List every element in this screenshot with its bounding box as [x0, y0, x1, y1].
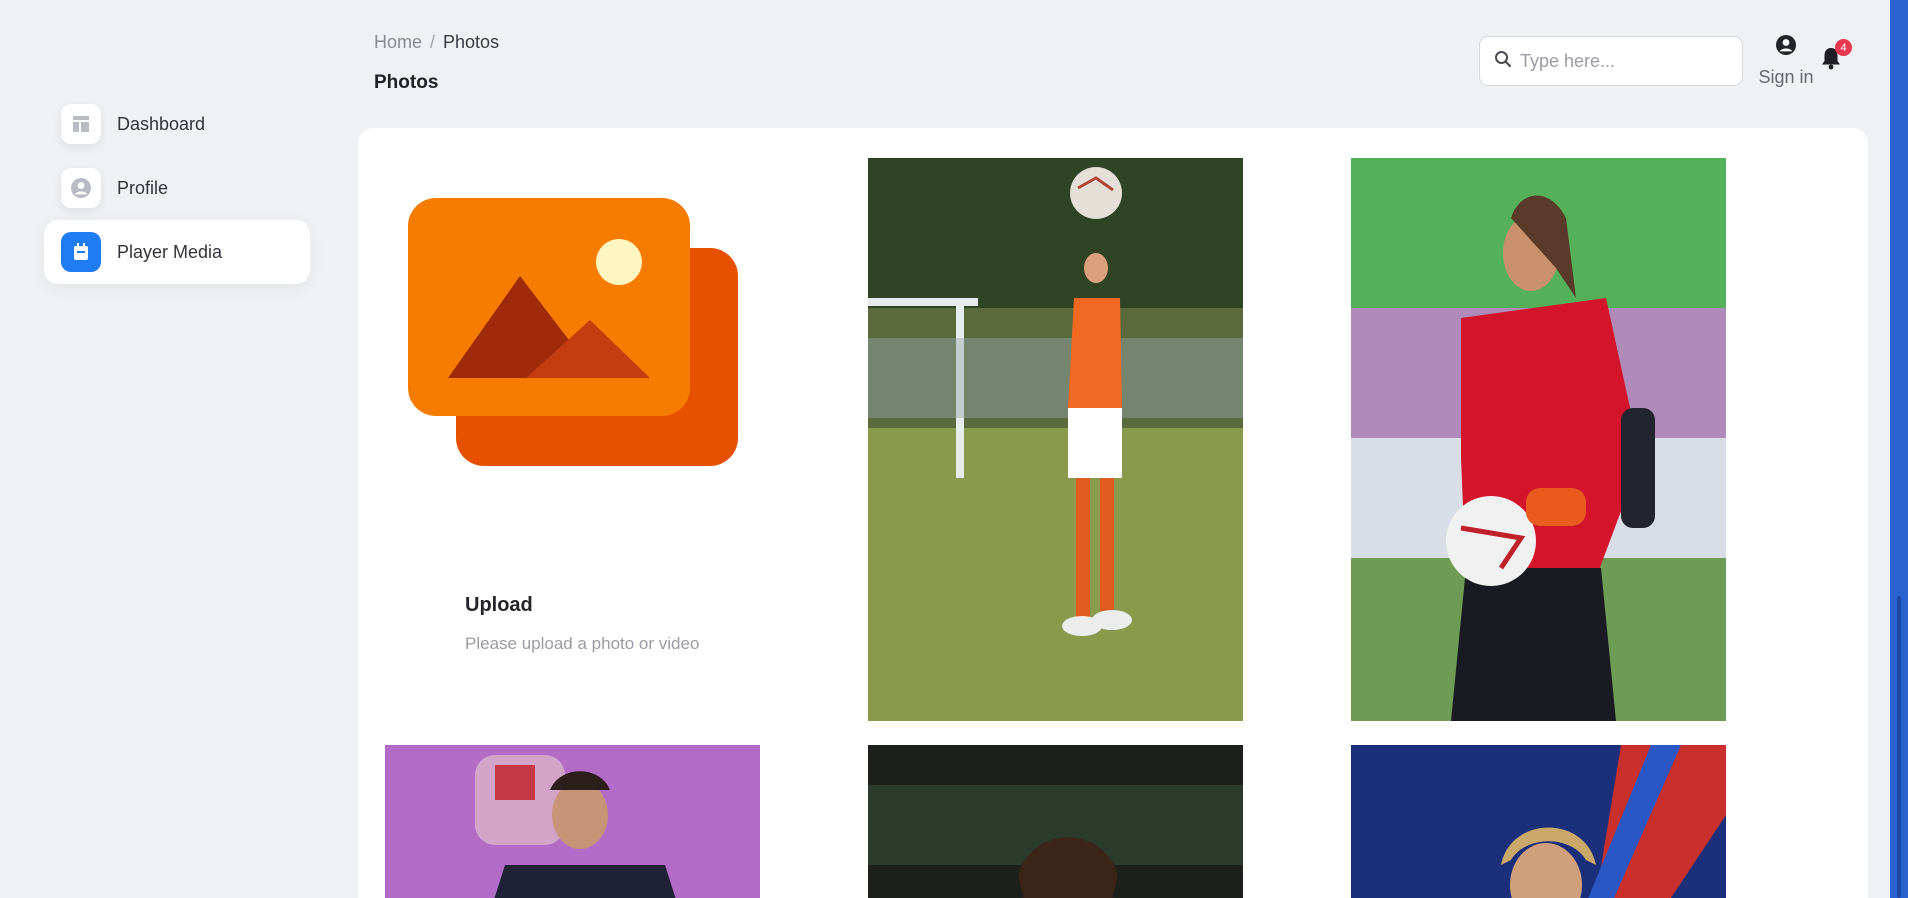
page-title: Photos	[374, 72, 439, 93]
upload-tile[interactable]: Upload Please upload a photo or video	[408, 158, 788, 718]
upload-title: Upload	[465, 594, 533, 616]
photo-thumbnail[interactable]	[868, 158, 1243, 721]
photos-gallery: Upload Please upload a photo or video	[358, 128, 1868, 898]
sidebar-item-label: Profile	[117, 177, 169, 198]
photo-thumbnail[interactable]	[1351, 745, 1726, 898]
photo-image	[1351, 158, 1726, 721]
sidebar-item-dashboard[interactable]: Dashboard	[44, 92, 310, 156]
user-circle-icon	[1775, 35, 1797, 60]
bell-icon	[1820, 48, 1842, 74]
search-input[interactable]	[1520, 50, 1730, 72]
breadcrumb-current: Photos	[443, 32, 500, 52]
profile-icon	[61, 168, 101, 208]
search-box	[1479, 36, 1743, 86]
photo-thumbnail[interactable]	[868, 745, 1243, 898]
photo-image	[385, 745, 760, 898]
photo-thumbnail[interactable]	[1351, 158, 1726, 721]
dashboard-icon	[61, 104, 101, 144]
sidebar-item-profile[interactable]: Profile	[44, 156, 310, 220]
photo-image	[1351, 745, 1726, 898]
breadcrumb-separator: /	[430, 32, 436, 52]
sidebar-item-label: Player Media	[117, 241, 223, 262]
calendar-icon	[61, 232, 101, 272]
sidebar: Dashboard Profile Player Media	[44, 92, 310, 284]
breadcrumb: Home / Photos	[374, 32, 499, 53]
notification-badge: 4	[1835, 39, 1852, 56]
search-icon	[1494, 50, 1512, 73]
notifications-button[interactable]: 4	[1820, 39, 1852, 75]
photo-image	[868, 158, 1243, 721]
sidebar-item-label: Dashboard	[117, 113, 206, 134]
sidebar-item-player-media[interactable]: Player Media	[44, 220, 310, 284]
sign-in-button[interactable]: Sign in	[1757, 34, 1815, 88]
image-gallery-icon	[408, 198, 738, 466]
upload-description: Please upload a photo or video	[465, 634, 700, 653]
breadcrumb-home[interactable]: Home	[374, 32, 422, 52]
photo-image	[868, 745, 1243, 898]
scrollbar-thumb[interactable]	[1897, 596, 1901, 898]
photo-thumbnail[interactable]	[385, 745, 760, 898]
sign-in-label: Sign in	[1758, 67, 1814, 87]
